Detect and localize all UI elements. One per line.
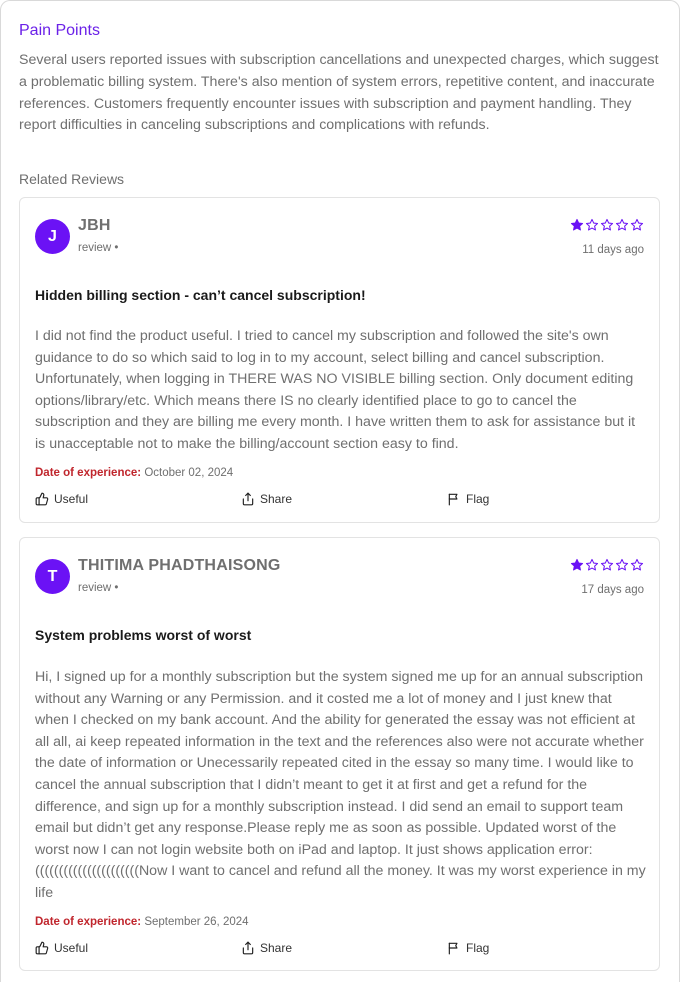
star-outline-icon [630,558,644,571]
date-of-experience-label: Date of experience: [35,467,142,479]
share-label: Share [260,492,293,506]
star-outline-icon [600,218,614,231]
share-button[interactable]: Share [241,941,292,955]
thumbs-up-icon [35,492,49,506]
avatar: T [35,559,70,594]
review-type: review • [78,242,119,254]
review-type: review • [78,582,119,594]
avatar: J [35,219,70,254]
star-outline-icon [585,218,599,231]
pain-points-title: Pain Points [19,22,100,39]
share-icon [242,941,254,955]
date-of-experience-value: October 02, 2024 [144,467,234,479]
star-filled-icon [570,558,584,571]
related-reviews-heading: Related Reviews [19,171,125,187]
star-outline-icon [600,558,614,571]
share-button[interactable]: Share [241,492,292,506]
review-body: Hi, I signed up for a monthly subscripti… [35,669,646,901]
review-body: I did not find the product useful. I tri… [35,328,636,452]
review-title: Hidden billing section - can’t cancel su… [35,287,366,303]
reviewer-name: JBH [78,217,111,234]
review-age: 17 days ago [581,584,644,596]
star-outline-icon [615,558,629,571]
star-outline-icon [630,218,644,231]
star-rating [570,558,644,572]
review-actions: Useful Share Flag [35,492,647,510]
review-card: T THITIMA PHADTHAISONG review • 17 days … [19,537,660,971]
flag-button[interactable]: Flag [447,492,489,506]
useful-button[interactable]: Useful [35,941,88,955]
flag-icon [448,493,458,506]
date-of-experience: Date of experience: September 26, 2024 [35,916,249,928]
review-actions: Useful Share Flag [35,941,647,959]
star-rating [570,218,644,232]
star-outline-icon [615,218,629,231]
date-of-experience-value: September 26, 2024 [144,916,249,928]
date-of-experience-label: Date of experience: [35,916,142,928]
review-title: System problems worst of worst [35,627,252,643]
flag-icon [448,942,458,955]
useful-label: Useful [54,941,89,955]
star-filled-icon [570,218,584,231]
share-label: Share [260,941,293,955]
pain-points-text: Several users reported issues with subsc… [19,52,659,134]
flag-label: Flag [466,492,490,506]
review-age: 11 days ago [582,244,644,256]
star-outline-icon [585,558,599,571]
useful-label: Useful [54,492,89,506]
thumbs-up-icon [35,941,49,955]
share-icon [242,492,254,506]
review-card: J JBH review • 11 days ago Hidden billin… [19,197,660,523]
date-of-experience: Date of experience: October 02, 2024 [35,467,233,479]
reviewer-name: THITIMA PHADTHAISONG [78,557,281,574]
flag-label: Flag [466,941,490,955]
flag-button[interactable]: Flag [447,941,489,955]
useful-button[interactable]: Useful [35,492,88,506]
